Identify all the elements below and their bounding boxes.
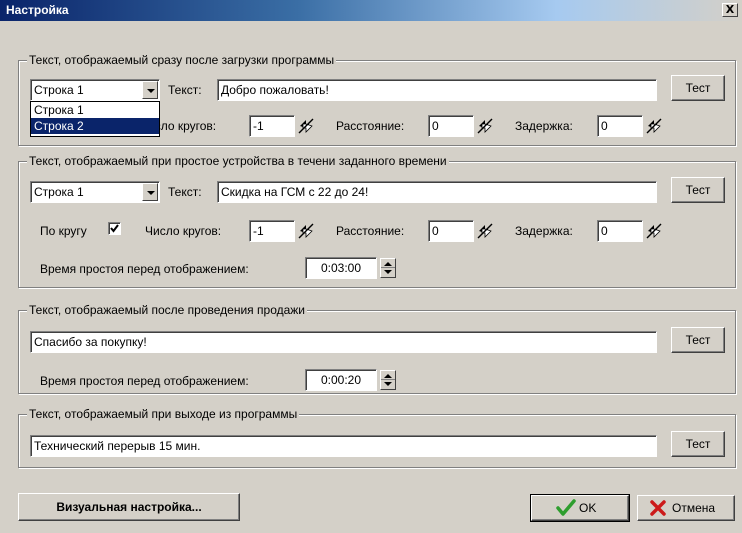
sale-idle-spinner[interactable]	[380, 370, 396, 390]
spin-arrows-icon[interactable]	[476, 117, 494, 135]
sale-text-legend: Текст, отображаемый после проведения про…	[27, 303, 308, 317]
dropdown-option-line-2[interactable]: Строка 2	[31, 118, 159, 134]
idle-test-button[interactable]: Тест	[671, 177, 725, 203]
idle-text-label: Текст:	[168, 185, 202, 199]
cancel-label: Отмена	[672, 501, 716, 515]
spin-up-icon[interactable]	[384, 374, 392, 378]
startup-text-input[interactable]: Добро пожаловать!	[217, 79, 657, 101]
spin-arrows-icon[interactable]	[297, 117, 315, 135]
visual-settings-button[interactable]: Визуальная настройка...	[18, 493, 240, 521]
ok-button[interactable]: OK	[530, 494, 630, 522]
spin-arrows-icon[interactable]	[476, 222, 494, 240]
exit-text-legend: Текст, отображаемый при выходе из програ…	[27, 407, 300, 421]
startup-delay-label: Задержка:	[515, 119, 573, 133]
idle-time-input[interactable]: 0:03:00	[305, 257, 377, 279]
startup-line-dropdown: Строка 1 Строка 2	[30, 101, 160, 137]
exit-test-button[interactable]: Тест	[671, 431, 725, 457]
startup-line-select[interactable]: Строка 1	[30, 79, 160, 101]
startup-text-legend: Текст, отображаемый сразу после загрузки…	[27, 53, 337, 67]
spin-up-icon[interactable]	[384, 262, 392, 266]
chevron-down-icon[interactable]	[142, 183, 158, 201]
circular-checkbox[interactable]	[108, 222, 121, 235]
idle-loops-label: Число кругов:	[145, 224, 222, 238]
circular-label: По кругу	[40, 224, 87, 238]
idle-text-input[interactable]: Скидка на ГСМ с 22 до 24!	[217, 181, 657, 203]
spin-arrows-icon[interactable]	[645, 117, 663, 135]
spin-arrows-icon[interactable]	[645, 222, 663, 240]
startup-distance-label: Расстояние:	[336, 119, 405, 133]
idle-line-value: Строка 1	[30, 181, 160, 203]
sale-idle-label: Время простоя перед отображением:	[40, 374, 249, 388]
title-bar: Настройка X	[0, 0, 742, 21]
cancel-button[interactable]: Отмена	[637, 495, 735, 521]
idle-delay-input[interactable]: 0	[597, 220, 643, 242]
checkmark-icon	[556, 499, 576, 516]
checkmark-icon	[110, 224, 119, 233]
idle-line-select[interactable]: Строка 1	[30, 181, 160, 203]
x-mark-icon	[650, 500, 666, 516]
startup-text-label: Текст:	[168, 83, 202, 97]
exit-text-input[interactable]: Технический перерыв 15 мин.	[30, 435, 657, 457]
startup-loops-input[interactable]: -1	[249, 115, 295, 137]
spin-divider	[381, 379, 395, 380]
startup-test-button[interactable]: Тест	[671, 75, 725, 101]
idle-time-label: Время простоя перед отображением:	[40, 262, 249, 276]
ok-label: OK	[579, 501, 597, 515]
spin-arrows-icon[interactable]	[297, 222, 315, 240]
dropdown-option-line-1[interactable]: Строка 1	[31, 102, 159, 118]
spin-down-icon[interactable]	[384, 382, 392, 386]
close-icon[interactable]: X	[722, 3, 738, 17]
spin-divider	[381, 267, 395, 268]
chevron-down-icon[interactable]	[142, 81, 158, 99]
startup-line-value: Строка 1	[30, 79, 160, 101]
idle-time-spinner[interactable]	[380, 258, 396, 278]
idle-text-legend: Текст, отображаемый при простое устройст…	[27, 154, 449, 168]
sale-test-button[interactable]: Тест	[671, 327, 725, 353]
window-title: Настройка	[6, 3, 69, 17]
idle-distance-input[interactable]: 0	[428, 220, 474, 242]
sale-text-input[interactable]: Спасибо за покупку!	[30, 331, 657, 353]
spin-down-icon[interactable]	[384, 270, 392, 274]
idle-distance-label: Расстояние:	[336, 224, 405, 238]
idle-delay-label: Задержка:	[515, 224, 573, 238]
startup-distance-input[interactable]: 0	[428, 115, 474, 137]
startup-delay-input[interactable]: 0	[597, 115, 643, 137]
idle-loops-input[interactable]: -1	[249, 220, 295, 242]
sale-idle-input[interactable]: 0:00:20	[305, 369, 377, 391]
